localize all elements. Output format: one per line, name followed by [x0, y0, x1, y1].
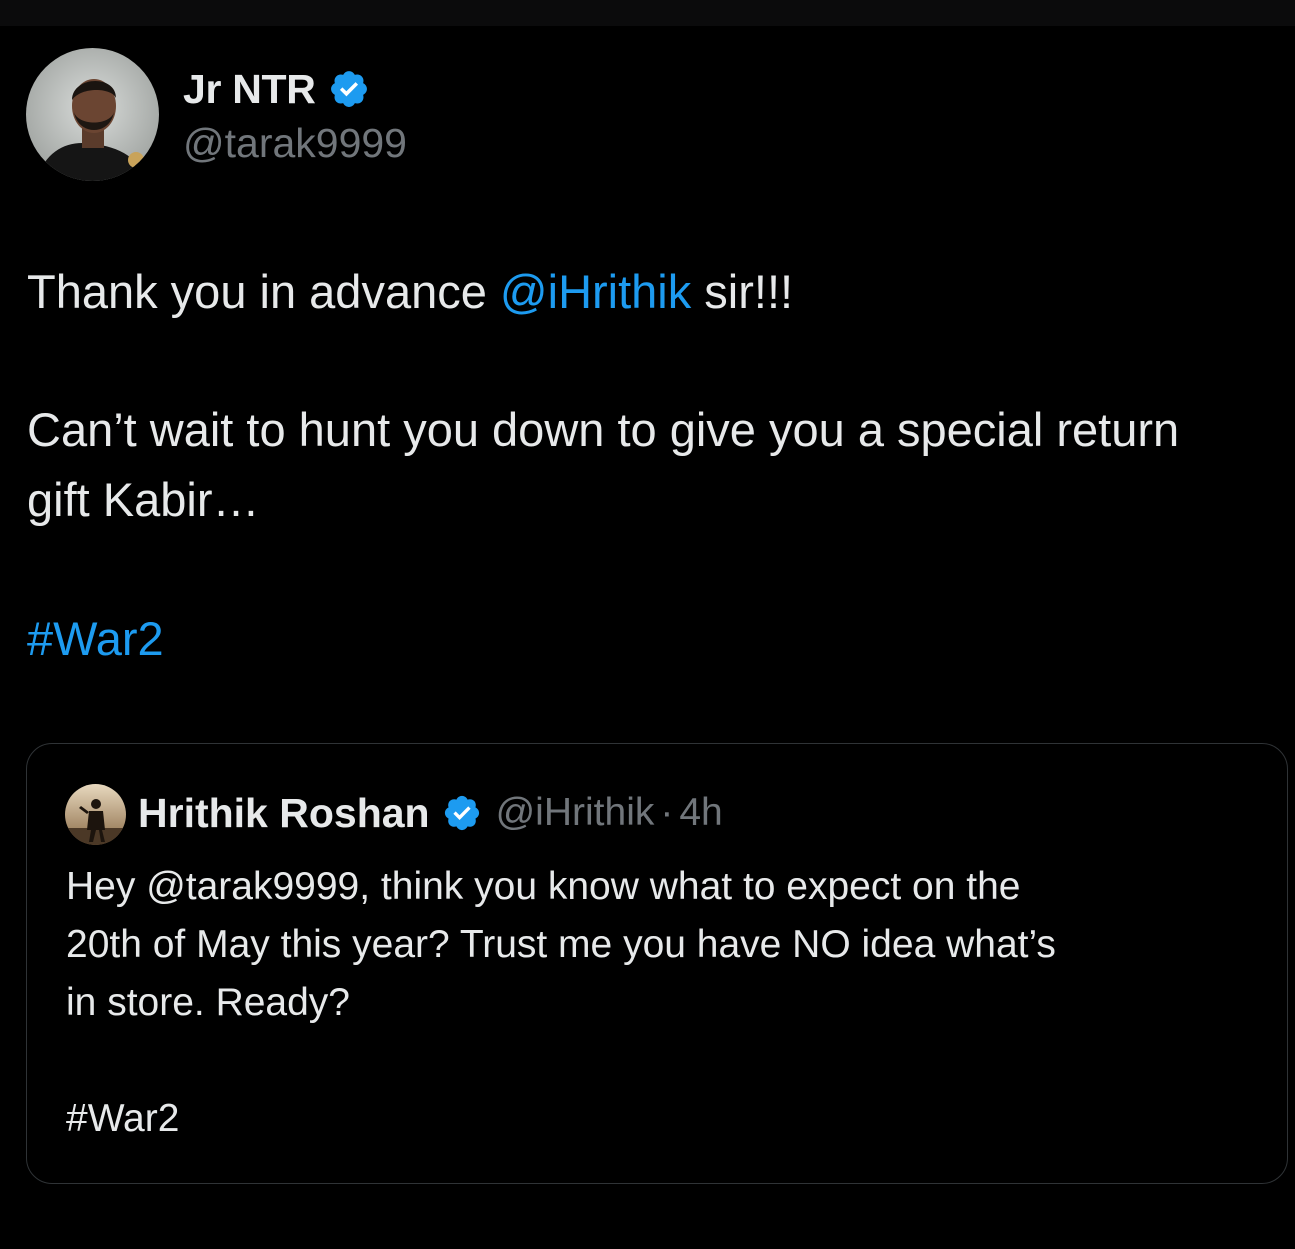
tweet-text-line: gift Kabir… — [27, 473, 260, 526]
quoted-author-name[interactable]: Hrithik Roshan — [138, 790, 430, 837]
tweet-text-line: Thank you in advance @iHrithik sir!!! — [27, 258, 793, 326]
author-name-row: Jr NTR — [183, 66, 370, 112]
quoted-timestamp[interactable]: 4h — [679, 791, 722, 835]
quoted-text-line: Hey @tarak9999, think you know what to e… — [66, 865, 1021, 908]
profile-photo-icon — [26, 48, 159, 181]
tweet: Jr NTR @tarak9999 Thank you in advance @… — [0, 0, 1295, 1249]
quoted-text-line: 20th of May this year? Trust me you have… — [66, 923, 1056, 966]
tweet-text: sir!!! — [691, 265, 794, 318]
author-name[interactable]: Jr NTR — [183, 66, 316, 113]
profile-photo-icon — [65, 784, 126, 845]
author-handle[interactable]: @tarak9999 — [183, 120, 407, 167]
tweet-text: Thank you in advance — [27, 265, 500, 318]
quoted-hashtag: #War2 — [66, 1097, 180, 1140]
verified-badge-icon — [330, 71, 367, 107]
quoted-header: Hrithik Roshan @iHrithik · 4h — [138, 788, 723, 838]
quoted-author-avatar[interactable] — [65, 784, 126, 845]
hashtag-link[interactable]: #War2 — [27, 605, 164, 673]
quoted-text-line: in store. Ready? — [66, 981, 350, 1024]
quoted-tweet-card[interactable]: Hrithik Roshan @iHrithik · 4h Hey @tarak… — [26, 743, 1288, 1184]
author-avatar[interactable] — [26, 48, 159, 181]
tweet-text-line: Can’t wait to hunt you down to give you … — [27, 403, 1180, 456]
mention-link[interactable]: @iHrithik — [500, 265, 691, 318]
separator-dot: · — [660, 791, 674, 834]
verified-badge-icon — [444, 795, 479, 831]
quoted-author-handle[interactable]: @iHrithik — [496, 791, 655, 835]
